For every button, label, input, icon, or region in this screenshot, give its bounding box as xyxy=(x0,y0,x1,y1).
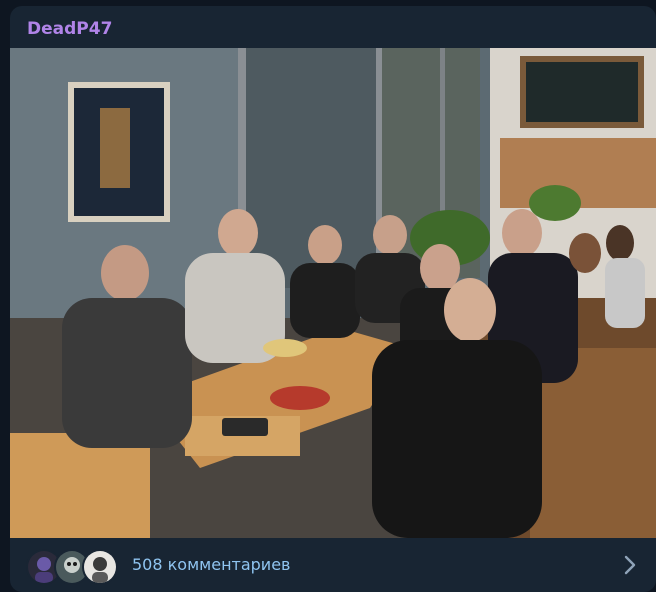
chevron-right-icon xyxy=(622,554,638,576)
post-photo[interactable] xyxy=(10,48,656,538)
commenter-avatar-icon xyxy=(82,549,118,585)
group-photo xyxy=(10,48,656,538)
author-name[interactable]: DeadP47 xyxy=(27,19,112,39)
commenter-avatars xyxy=(26,549,118,585)
comments-count: 508 комментариев xyxy=(132,555,291,574)
message-card: DeadP47 508 комментариев xyxy=(10,6,656,592)
comments-button[interactable]: 508 комментариев xyxy=(10,538,656,592)
